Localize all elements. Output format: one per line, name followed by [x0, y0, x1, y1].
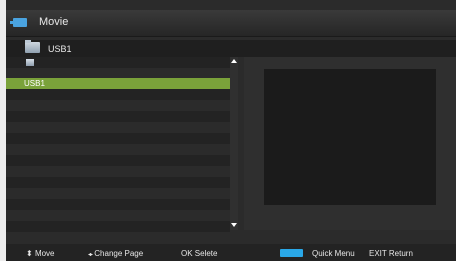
help-ok: OK Selete	[181, 249, 217, 258]
list-item[interactable]	[6, 144, 230, 155]
path-label: USB1	[48, 44, 72, 54]
list-item[interactable]	[6, 133, 230, 144]
help-exit: EXIT Return	[369, 249, 413, 258]
help-change-page-label: Change Page	[94, 249, 144, 258]
list-item[interactable]	[6, 111, 230, 122]
list-item[interactable]	[6, 188, 230, 199]
movie-icon	[10, 18, 27, 27]
folder-icon	[25, 40, 40, 53]
movie-browser-screen: Movie USB1 USB1 ⬍ Move ◂▸ Change Page OK…	[6, 0, 456, 261]
file-list: USB1	[6, 57, 230, 232]
help-move-label: Move	[34, 249, 55, 258]
preview-panel	[244, 57, 456, 230]
list-item-label: USB1	[24, 79, 45, 88]
list-item-usb1[interactable]: USB1	[6, 78, 230, 89]
list-item[interactable]	[6, 199, 230, 210]
help-exit-key: EXIT	[369, 249, 387, 258]
triangle-down-icon[interactable]	[231, 223, 237, 227]
list-item[interactable]	[6, 122, 230, 133]
list-scrollbar[interactable]	[230, 57, 238, 230]
triangle-up-icon[interactable]	[231, 59, 237, 63]
help-move: ⬍ Move	[26, 249, 55, 258]
help-exit-label: Return	[388, 249, 413, 258]
video-preview	[264, 69, 436, 205]
blue-key-icon	[280, 249, 303, 257]
help-change-page: ◂▸ Change Page	[88, 249, 143, 258]
list-item[interactable]	[6, 89, 230, 100]
list-item[interactable]	[6, 210, 230, 221]
path-bar: USB1	[6, 40, 456, 57]
title-bar: Movie	[6, 10, 456, 37]
help-bar: ⬍ Move ◂▸ Change Page OK Selete Quick Me…	[6, 244, 456, 261]
help-quick-menu: Quick Menu	[312, 249, 355, 258]
window-title: Movie	[39, 16, 69, 28]
list-item[interactable]	[6, 177, 230, 188]
list-item[interactable]	[6, 100, 230, 111]
help-ok-label: Selete	[194, 249, 218, 258]
list-item[interactable]	[6, 166, 230, 177]
left-right-arrows-icon: ◂▸	[88, 252, 93, 258]
help-ok-key: OK	[181, 249, 193, 258]
list-item-parent-folder[interactable]	[6, 57, 230, 68]
list-item[interactable]	[6, 155, 230, 166]
up-down-arrows-icon: ⬍	[26, 249, 33, 258]
list-item[interactable]	[6, 221, 230, 232]
up-folder-icon	[26, 59, 34, 66]
